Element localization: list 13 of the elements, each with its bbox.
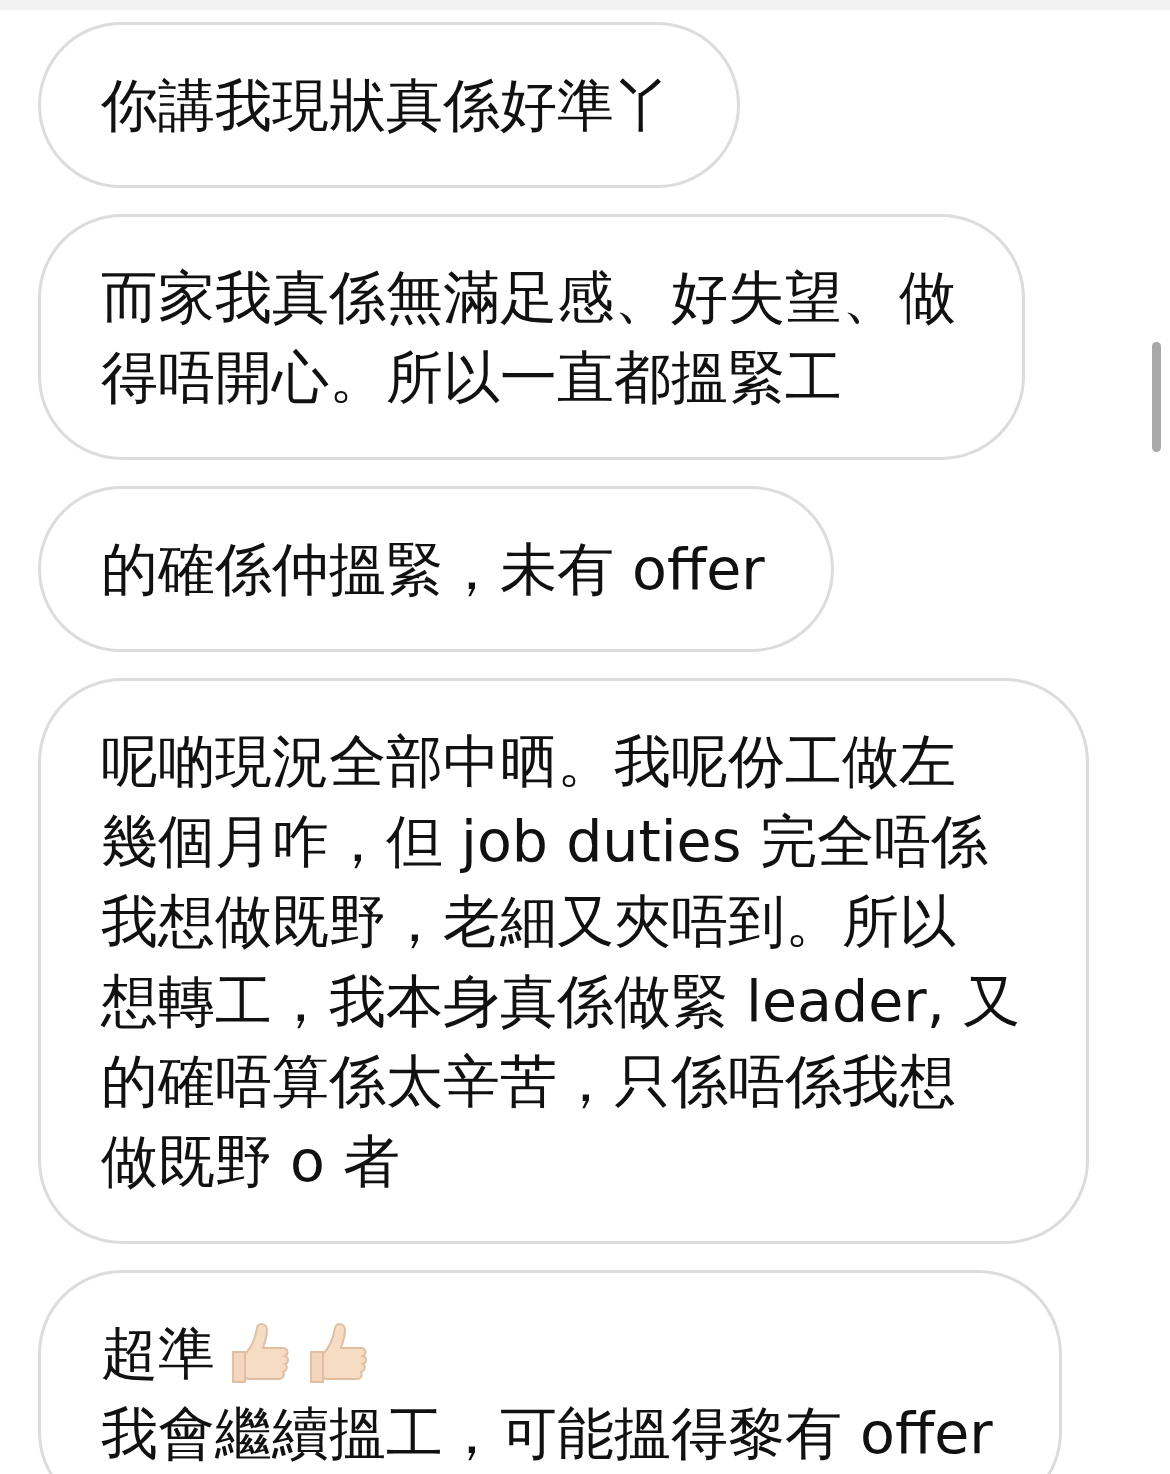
message-text: 的確唔算係太辛苦，只係唔係我想 bbox=[101, 1047, 956, 1116]
message-text: 你講我現狀真係好準丫 bbox=[101, 71, 671, 140]
message-text: 得唔開心。所以一直都搵緊工 bbox=[101, 343, 842, 412]
message-text: 想轉工，我本身真係做緊 leader, 又 bbox=[101, 967, 1020, 1036]
message-text: 我想做既野，老細又夾唔到。所以 bbox=[101, 887, 956, 956]
message-text: 幾個月咋，但 job duties 完全唔係 bbox=[101, 807, 988, 876]
message-text: 做既野 o 者 bbox=[101, 1127, 401, 1196]
scrollbar-thumb[interactable] bbox=[1152, 342, 1161, 452]
message-text: 呢啲現況全部中晒。我呢份工做左 bbox=[101, 727, 956, 796]
message-text: 而家我真係無滿足感、好失望、做 bbox=[101, 263, 956, 332]
message-text: 我會繼續搵工，可能搵得黎有 offer bbox=[101, 1399, 993, 1468]
message-text: 的確係仲搵緊，未有 offer bbox=[101, 535, 765, 604]
message-text: 超準 bbox=[101, 1319, 215, 1388]
